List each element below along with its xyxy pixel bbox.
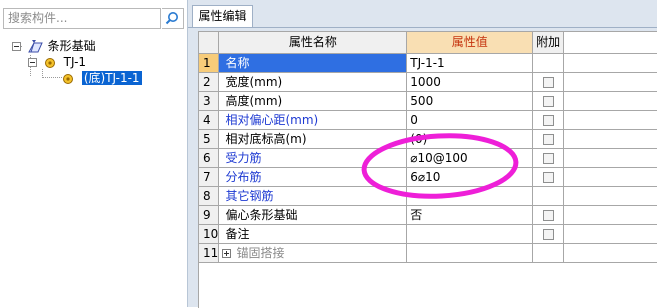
- row-property-name[interactable]: 锚固搭接: [218, 243, 408, 263]
- extra-checkbox[interactable]: [542, 134, 554, 145]
- tree-leaf-label: (底)TJ-1-1: [81, 71, 142, 85]
- row-blank: [563, 148, 657, 168]
- row-property-value[interactable]: TJ-1-1: [406, 53, 534, 73]
- row-property-name[interactable]: 其它钢筋: [218, 186, 408, 206]
- row-number: 5: [199, 129, 220, 149]
- tree-node-tj-1-1[interactable]: (底)TJ-1-1: [62, 70, 142, 86]
- row-property-value[interactable]: 500: [406, 91, 534, 111]
- row-property-value[interactable]: 否: [406, 205, 534, 225]
- tree-root-label: 条形基础: [47, 39, 96, 53]
- property-grid: 属性名称 属性值 附加 1 名称 TJ-1-1 2 宽度(mm) 1000 3: [198, 31, 657, 308]
- row-property-name[interactable]: 宽度(mm): [218, 72, 408, 92]
- row-number: 4: [199, 110, 220, 130]
- row-property-value[interactable]: ⌀10@100: [406, 148, 534, 168]
- row-property-value[interactable]: [406, 224, 534, 244]
- component-gear-icon: [44, 57, 55, 68]
- row-extra-cell: [532, 53, 565, 73]
- extra-checkbox[interactable]: [542, 77, 554, 88]
- row-property-name[interactable]: 相对底标高(m): [218, 129, 408, 149]
- row-property-label: 锚固搭接: [236, 246, 285, 260]
- tree-node-tj-1[interactable]: TJ-1: [28, 54, 86, 70]
- extra-checkbox[interactable]: [542, 153, 554, 164]
- extra-checkbox[interactable]: [542, 115, 554, 126]
- row-property-name[interactable]: 高度(mm): [218, 91, 408, 111]
- table-row[interactable]: 3 高度(mm) 500: [199, 91, 657, 111]
- row-property-value[interactable]: (0): [406, 129, 534, 149]
- table-row[interactable]: 9 偏心条形基础 否: [199, 205, 657, 225]
- row-property-name[interactable]: 相对偏心距(mm): [218, 110, 408, 130]
- table-row[interactable]: 7 分布筋 6⌀10: [199, 167, 657, 187]
- extra-checkbox[interactable]: [542, 172, 554, 183]
- row-blank: [563, 167, 657, 187]
- search-icon: [165, 12, 178, 25]
- table-row[interactable]: 8 其它钢筋: [199, 186, 657, 206]
- component-gear-icon: [63, 73, 73, 84]
- row-property-value[interactable]: 0: [406, 110, 534, 130]
- extra-checkbox[interactable]: [542, 210, 554, 221]
- row-blank: [563, 129, 657, 149]
- corner-header: [199, 32, 220, 54]
- header-property-name: 属性名称: [218, 32, 408, 54]
- row-property-name[interactable]: 名称: [218, 53, 408, 73]
- row-number: 7: [199, 167, 220, 187]
- extra-checkbox[interactable]: [542, 96, 554, 107]
- row-property-name[interactable]: 备注: [218, 224, 408, 244]
- table-row[interactable]: 4 相对偏心距(mm) 0: [199, 110, 657, 130]
- row-number: 6: [199, 148, 220, 168]
- row-blank: [563, 91, 657, 111]
- table-row[interactable]: 10 备注: [199, 224, 657, 244]
- property-editor-panel: 属性编辑 属性名称 属性值 附加 1 名称 TJ-1-1 2 宽度(mm) 10…: [188, 0, 657, 308]
- header-property-value: 属性值: [406, 32, 534, 54]
- row-property-value[interactable]: 1000: [406, 72, 534, 92]
- strip-foundation-icon: [27, 39, 43, 52]
- search-input[interactable]: 搜索构件...: [3, 8, 161, 29]
- collapse-icon[interactable]: [28, 58, 37, 67]
- property-table: 属性名称 属性值 附加 1 名称 TJ-1-1 2 宽度(mm) 1000 3: [199, 32, 657, 263]
- row-number: 10: [199, 224, 220, 244]
- row-number: 1: [199, 53, 220, 73]
- row-extra-cell: [532, 186, 565, 206]
- row-blank: [563, 205, 657, 225]
- table-row[interactable]: 6 受力筋 ⌀10@100: [199, 148, 657, 168]
- collapse-icon[interactable]: [12, 42, 21, 51]
- table-row[interactable]: 5 相对底标高(m) (0): [199, 129, 657, 149]
- table-header-row: 属性名称 属性值 附加: [199, 32, 657, 54]
- row-blank: [563, 186, 657, 206]
- tab-property-edit[interactable]: 属性编辑: [192, 5, 253, 27]
- row-property-value[interactable]: 6⌀10: [406, 167, 534, 187]
- table-row[interactable]: 1 名称 TJ-1-1: [199, 53, 657, 73]
- row-number: 8: [199, 186, 220, 206]
- row-blank: [563, 110, 657, 130]
- header-extra: 附加: [532, 32, 565, 54]
- row-property-name[interactable]: 分布筋: [218, 167, 408, 187]
- tree-node-strip-foundation[interactable]: 条形基础: [12, 38, 96, 54]
- table-row[interactable]: 2 宽度(mm) 1000: [199, 72, 657, 92]
- row-property-name[interactable]: 偏心条形基础: [218, 205, 408, 225]
- row-extra-cell: [532, 243, 565, 263]
- row-blank: [563, 72, 657, 92]
- row-property-value[interactable]: [406, 243, 534, 263]
- expand-icon[interactable]: [222, 249, 232, 258]
- tab-divider: [188, 27, 657, 28]
- search-button[interactable]: [162, 8, 184, 29]
- row-blank: [563, 224, 657, 244]
- row-property-name[interactable]: 受力筋: [218, 148, 408, 168]
- tree-child-label: TJ-1: [63, 55, 87, 69]
- row-number: 3: [199, 91, 220, 111]
- extra-checkbox[interactable]: [542, 229, 554, 240]
- component-tree-panel: 搜索构件... 条形基础 TJ-1 (底)TJ-1-1: [0, 0, 188, 307]
- table-row[interactable]: 11 锚固搭接: [199, 243, 657, 263]
- row-blank: [563, 243, 657, 263]
- row-blank: [563, 53, 657, 73]
- row-number: 11: [199, 243, 220, 263]
- header-blank: [563, 32, 657, 54]
- row-number: 9: [199, 205, 220, 225]
- row-number: 2: [199, 72, 220, 92]
- row-property-value[interactable]: [406, 186, 534, 206]
